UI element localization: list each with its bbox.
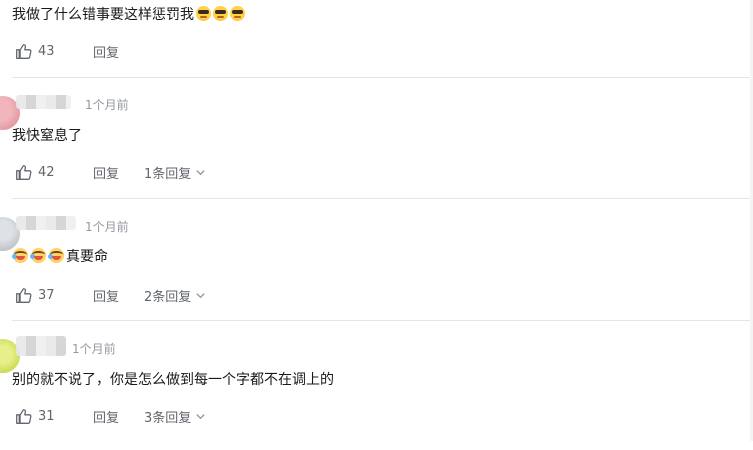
reply-button[interactable]: 回复 bbox=[93, 286, 119, 305]
chevron-down-icon bbox=[196, 413, 205, 419]
like-count: 37 bbox=[38, 287, 55, 303]
replies-count-label: 3条回复 bbox=[144, 410, 192, 426]
comment-text: 别的就不说了，你是怎么做到每一个字都不在调上的 bbox=[12, 372, 334, 388]
comment-time: 1个月前 bbox=[85, 98, 129, 112]
comment-actions: 37 回复 2条回复 bbox=[15, 286, 315, 305]
laugh-cry-emoji bbox=[48, 248, 64, 263]
reply-button[interactable]: 回复 bbox=[93, 163, 119, 182]
comment-actions: 42 回复 1条回复 bbox=[15, 163, 315, 182]
chevron-down-icon bbox=[196, 169, 205, 175]
thumbs-up-icon bbox=[16, 164, 32, 180]
cool-sunglasses-emoji bbox=[213, 6, 228, 21]
chevron-down-icon bbox=[196, 292, 205, 298]
divider bbox=[12, 77, 753, 78]
comment-actions: 31 回复 3条回复 bbox=[15, 407, 315, 426]
username-blurred[interactable] bbox=[16, 95, 71, 109]
comment-text: 真要命 bbox=[12, 247, 108, 267]
like-button[interactable]: 31 bbox=[15, 408, 55, 425]
comment-text-body: 真要命 bbox=[66, 249, 108, 265]
comment-item: 1个月前 别的就不说了，你是怎么做到每一个字都不在调上的 31 回复 3条回复 bbox=[0, 330, 753, 450]
divider bbox=[12, 320, 753, 321]
laugh-cry-emoji bbox=[12, 248, 28, 263]
comment-time: 1个月前 bbox=[85, 220, 129, 234]
like-button[interactable]: 37 bbox=[15, 287, 55, 304]
cool-sunglasses-emoji bbox=[196, 6, 211, 21]
view-replies-button[interactable]: 2条回复 bbox=[144, 286, 206, 305]
divider bbox=[12, 198, 753, 199]
thumbs-up-icon bbox=[16, 408, 32, 424]
like-button[interactable]: 43 bbox=[15, 43, 55, 60]
comment-time: 1个月前 bbox=[72, 342, 116, 356]
like-count: 43 bbox=[38, 43, 55, 59]
thumbs-up-icon bbox=[16, 287, 32, 303]
reply-button[interactable]: 回复 bbox=[93, 407, 119, 426]
replies-count-label: 1条回复 bbox=[144, 166, 192, 182]
cool-sunglasses-emoji bbox=[230, 6, 245, 21]
comment-text: 我快窒息了 bbox=[12, 128, 82, 144]
reply-button[interactable]: 回复 bbox=[93, 42, 119, 61]
laugh-cry-emoji bbox=[30, 248, 46, 263]
comment-text: 我做了什么错事要这样惩罚我 bbox=[12, 5, 245, 25]
comment-item: 1个月前 真要命 37 回复 2条回复 bbox=[0, 208, 753, 328]
comment-actions: 43 回复 bbox=[15, 42, 315, 61]
like-button[interactable]: 42 bbox=[15, 164, 55, 181]
username-blurred[interactable] bbox=[16, 216, 76, 230]
like-count: 31 bbox=[38, 408, 55, 424]
comment-text-body: 我做了什么错事要这样惩罚我 bbox=[12, 7, 194, 23]
username-blurred[interactable] bbox=[16, 336, 66, 356]
view-replies-button[interactable]: 1条回复 bbox=[144, 163, 206, 182]
thumbs-up-icon bbox=[16, 43, 32, 59]
view-replies-button[interactable]: 3条回复 bbox=[144, 407, 206, 426]
comment-list: { "comments": [ { "time": "", "text": "我… bbox=[0, 0, 753, 441]
replies-count-label: 2条回复 bbox=[144, 289, 192, 305]
like-count: 42 bbox=[38, 164, 55, 180]
comment-item: 1个月前 我快窒息了 42 回复 1条回复 bbox=[0, 87, 753, 207]
